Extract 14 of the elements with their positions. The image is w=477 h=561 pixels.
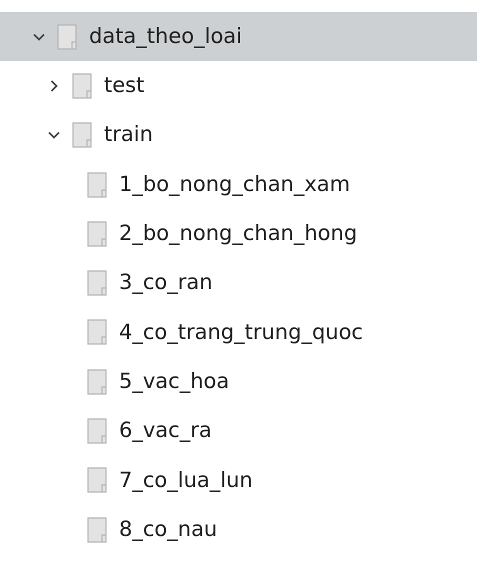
folder-name: data_theo_loai [89, 22, 242, 50]
folder-name: 3_co_ran [119, 269, 213, 296]
folder-name: 6_vac_ra [119, 417, 212, 444]
chevron-down-icon[interactable] [48, 129, 60, 142]
folder-name: 4_co_trang_trung_quoc [119, 318, 363, 346]
folder-name: 1_bo_nong_chan_xam [119, 170, 350, 198]
tree-item[interactable]: data_theo_loai [0, 12, 477, 62]
folder-name: 5_vac_hoa [119, 368, 230, 395]
folder-name: 8_co_nau [119, 516, 218, 543]
chevron-right-icon[interactable] [48, 80, 60, 92]
folder-name: 7_co_lua_lun [119, 466, 253, 494]
folder-name: train [104, 121, 153, 148]
folder-name: 2_bo_nong_chan_hong [119, 220, 358, 248]
folder-name: test [104, 72, 144, 100]
